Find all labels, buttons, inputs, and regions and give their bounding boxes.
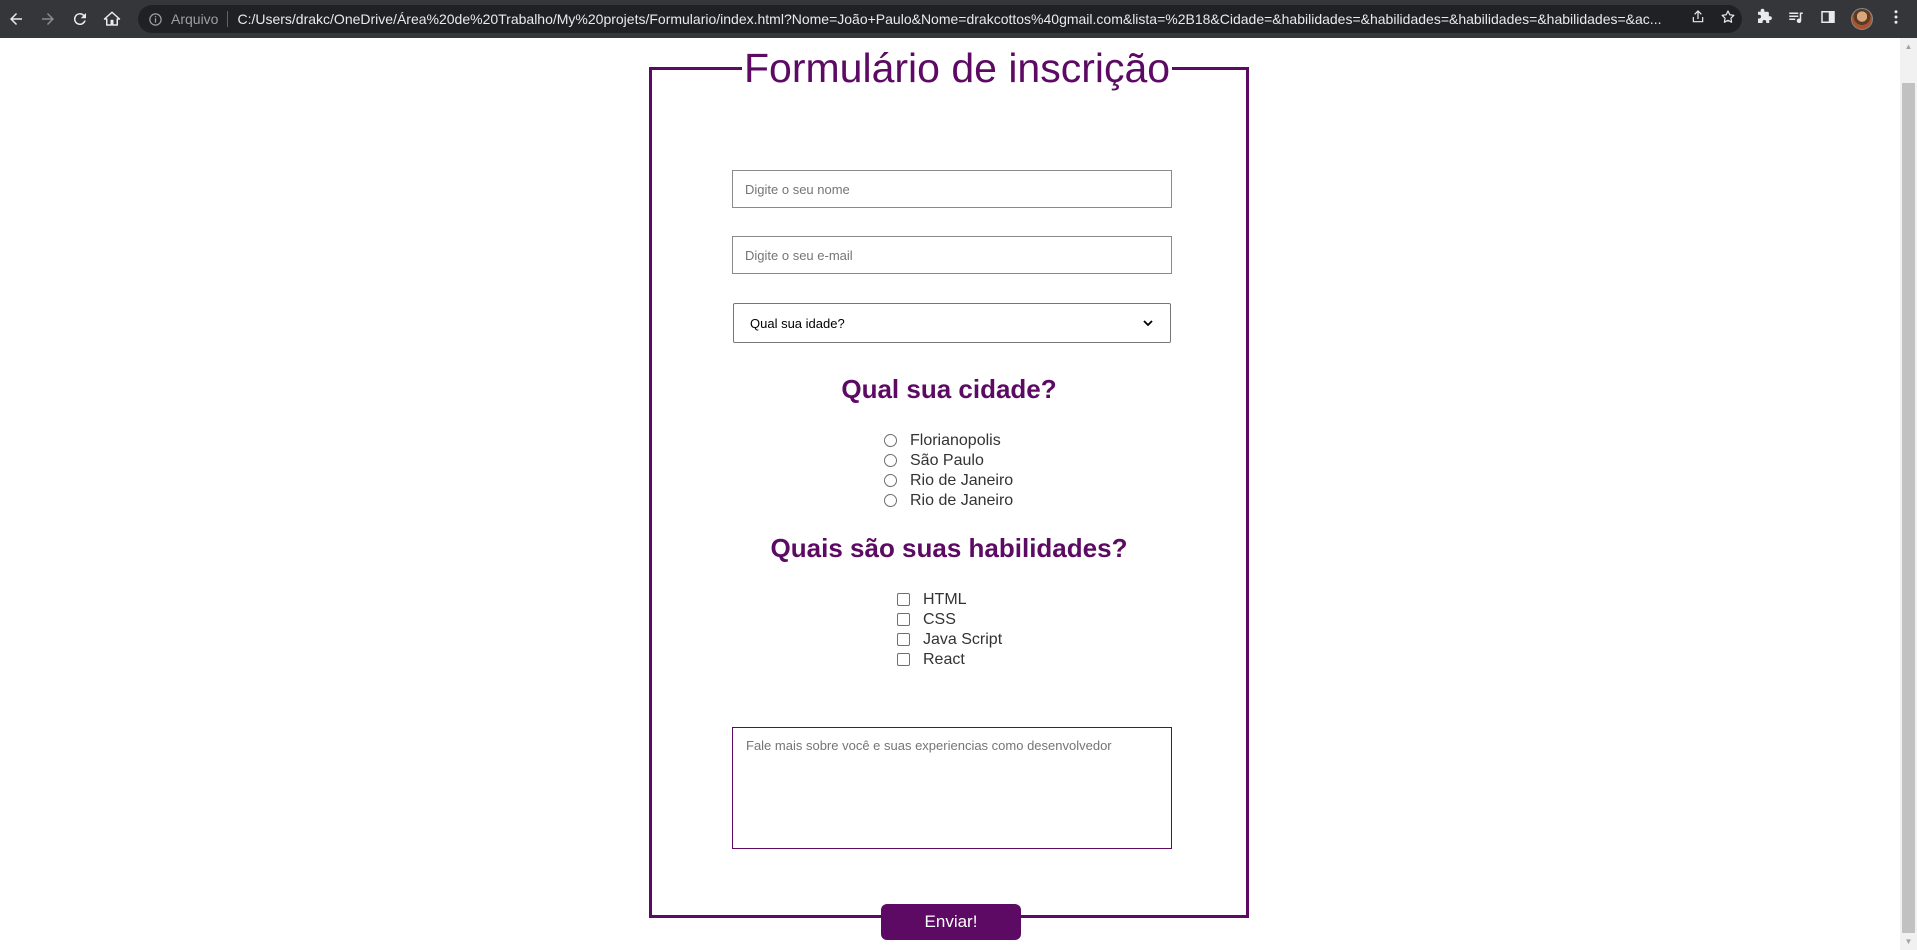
- chevron-down-icon: [1143, 320, 1153, 327]
- scroll-up-arrow-icon[interactable]: ▲: [1900, 38, 1917, 55]
- city-option[interactable]: São Paulo: [884, 451, 1013, 471]
- page-content: Formulário de inscrição Digite o seu nom…: [0, 38, 1900, 950]
- toolbar-actions: [1755, 0, 1917, 38]
- city-radio[interactable]: [884, 493, 897, 507]
- browser-toolbar: Arquivo C:/Users/drakc/OneDrive/Área%20d…: [0, 0, 1917, 38]
- address-bar[interactable]: Arquivo C:/Users/drakc/OneDrive/Área%20d…: [138, 5, 1742, 33]
- skill-checkbox[interactable]: [897, 592, 910, 606]
- menu-kebab-icon[interactable]: [1887, 8, 1905, 31]
- skill-option[interactable]: Java Script: [897, 630, 1002, 650]
- home-icon: [103, 11, 121, 26]
- scroll-down-arrow-icon[interactable]: ▼: [1900, 933, 1917, 950]
- skill-option-label: CSS: [923, 611, 956, 628]
- side-panel-icon[interactable]: [1819, 8, 1837, 31]
- share-icon[interactable]: [1690, 9, 1706, 30]
- scrollbar-thumb[interactable]: [1902, 83, 1915, 933]
- city-radio[interactable]: [884, 453, 897, 467]
- name-input[interactable]: Digite o seu nome: [732, 170, 1172, 208]
- info-icon[interactable]: [148, 12, 163, 27]
- email-input[interactable]: Digite o seu e-mail: [732, 236, 1172, 274]
- age-select-value: Qual sua idade?: [750, 315, 845, 331]
- about-placeholder: Fale mais sobre você e suas experiencias…: [746, 738, 1112, 753]
- arrow-right-icon: [42, 13, 54, 25]
- skill-checkbox[interactable]: [897, 612, 910, 626]
- city-radio[interactable]: [884, 433, 897, 447]
- skills-checkbox-group: HTML CSS Java Script React: [897, 590, 1002, 670]
- registration-form: Formulário de inscrição Digite o seu nom…: [649, 45, 1249, 940]
- skill-option-label: HTML: [923, 591, 967, 608]
- back-button[interactable]: [0, 0, 32, 38]
- reload-icon: [73, 13, 86, 26]
- reload-button[interactable]: [64, 0, 96, 38]
- skill-option[interactable]: CSS: [897, 610, 1002, 630]
- skill-option[interactable]: React: [897, 650, 1002, 670]
- city-option-label: São Paulo: [910, 452, 984, 469]
- skill-option[interactable]: HTML: [897, 590, 1002, 610]
- home-button[interactable]: [96, 0, 128, 38]
- site-info-label[interactable]: Arquivo: [171, 11, 218, 27]
- city-option-label: Florianopolis: [910, 432, 1001, 449]
- bookmark-star-icon[interactable]: [1720, 9, 1736, 30]
- city-option-label: Rio de Janeiro: [910, 492, 1014, 509]
- city-option[interactable]: Rio de Janeiro: [884, 471, 1013, 491]
- submit-button[interactable]: Enviar!: [881, 904, 1021, 940]
- omnibox-divider: [227, 11, 229, 27]
- city-option[interactable]: Florianopolis: [884, 431, 1013, 451]
- skill-option-label: Java Script: [923, 631, 1003, 648]
- extensions-icon[interactable]: [1755, 8, 1773, 31]
- city-option-label: Rio de Janeiro: [910, 472, 1014, 489]
- city-radio[interactable]: [884, 473, 897, 487]
- forward-button[interactable]: [32, 0, 64, 38]
- about-textarea[interactable]: Fale mais sobre você e suas experiencias…: [732, 727, 1172, 849]
- city-radio-group: Florianopolis São Paulo Rio de Janeiro R…: [884, 431, 1013, 511]
- skill-checkbox[interactable]: [897, 652, 910, 666]
- form-title: Formulário de inscrição: [744, 45, 1171, 91]
- omnibox-actions: [1682, 5, 1736, 33]
- skill-option-label: React: [923, 651, 965, 668]
- media-control-icon[interactable]: [1787, 8, 1805, 31]
- skill-checkbox[interactable]: [897, 632, 910, 646]
- name-placeholder: Digite o seu nome: [745, 181, 850, 197]
- url-text[interactable]: C:/Users/drakc/OneDrive/Área%20de%20Trab…: [237, 11, 1717, 27]
- arrow-left-icon: [10, 13, 22, 25]
- profile-avatar[interactable]: [1851, 8, 1873, 30]
- age-select[interactable]: Qual sua idade?: [733, 303, 1171, 343]
- skills-question-title: Quais são suas habilidades?: [770, 533, 1128, 563]
- vertical-scrollbar[interactable]: ▲ ▼: [1900, 38, 1917, 950]
- email-placeholder: Digite o seu e-mail: [745, 247, 853, 263]
- city-option[interactable]: Rio de Janeiro: [884, 491, 1013, 511]
- city-question-title: Qual sua cidade?: [841, 374, 1057, 404]
